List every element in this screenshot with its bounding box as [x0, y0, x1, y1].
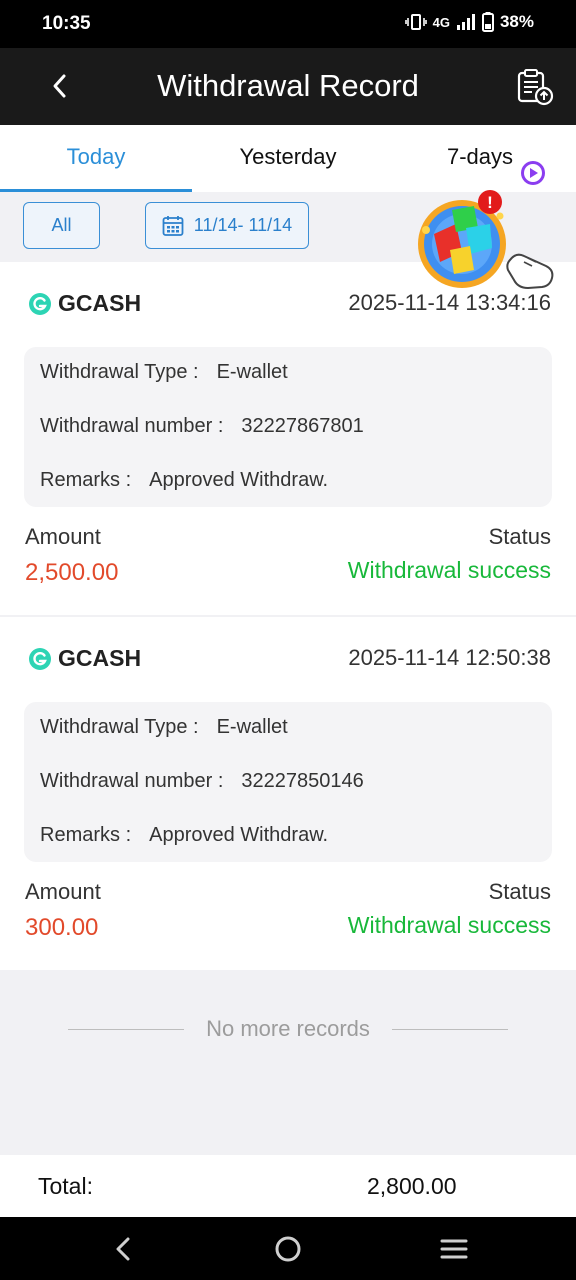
record-details: Withdrawal Type : E-wallet Withdrawal num… [24, 347, 552, 507]
status-time: 10:35 [42, 13, 91, 34]
date-range-button[interactable]: 11/14- 11/14 [145, 202, 309, 249]
gcash-logo-icon [29, 647, 51, 670]
gcash-brand: GCASH [28, 290, 141, 317]
withdrawal-type-label: Withdrawal Type : [40, 361, 199, 383]
withdrawal-type-value: E-wallet [216, 716, 288, 738]
status-label: Status [488, 524, 551, 549]
remarks-row: Remarks : Approved Withdraw. [40, 824, 328, 847]
withdrawal-number-value: 32227850146 [241, 770, 364, 792]
status-icons: 4G 38% [404, 12, 534, 32]
total-label: Total: [38, 1173, 93, 1199]
back-arrow-icon [116, 1237, 130, 1261]
record-details: Withdrawal Type : E-wallet Withdrawal num… [24, 702, 552, 862]
brand-name: GCASH [58, 645, 142, 671]
gift-cubes-icon: ! [418, 190, 554, 290]
status-bar: 10:35 4G 38% [0, 0, 576, 48]
tab-yesterday[interactable]: Yesterday [192, 125, 384, 192]
remarks-value: Approved Withdraw. [149, 469, 329, 491]
date-range-label: 11/14- 11/14 [193, 215, 293, 235]
withdrawal-record-card: GCASH 2025-11-14 12:50:38 Withdrawal Typ… [0, 617, 576, 970]
withdrawal-type-value: E-wallet [216, 361, 288, 383]
home-circle-icon [275, 1236, 301, 1262]
page-title: Withdrawal Record [157, 68, 419, 103]
status-label: Status [488, 879, 551, 904]
withdrawal-number-value: 32227867801 [241, 415, 364, 437]
system-back-button[interactable] [106, 1232, 140, 1266]
clipboard-upload-icon [517, 69, 554, 106]
status-value: Withdrawal success [347, 557, 551, 583]
app-header: Withdrawal Record [0, 48, 576, 125]
withdrawal-record-card: GCASH 2025-11-14 13:34:16 Withdrawal Typ… [0, 262, 576, 615]
brand-name: GCASH [58, 290, 142, 316]
withdrawal-number-row: Withdrawal number : 32227867801 [40, 415, 364, 438]
withdrawal-type-row: Withdrawal Type : E-wallet [40, 716, 288, 739]
record-datetime: 2025-11-14 12:50:38 [348, 645, 551, 670]
calendar-icon [162, 215, 184, 236]
gcash-brand: GCASH [28, 645, 141, 672]
withdrawal-number-label: Withdrawal number : [40, 770, 224, 792]
battery-icon [481, 12, 494, 32]
tab-today[interactable]: Today [0, 125, 192, 192]
remarks-label: Remarks : [40, 824, 132, 846]
amount-label: Amount [25, 879, 101, 904]
all-filter-button[interactable]: All [23, 202, 100, 249]
total-bar: Total: 2,800.00 [0, 1155, 576, 1217]
amount-value: 300.00 [25, 914, 99, 941]
withdrawal-type-row: Withdrawal Type : E-wallet [40, 361, 288, 384]
gcash-logo-icon [29, 292, 51, 315]
withdrawal-type-label: Withdrawal Type : [40, 716, 199, 738]
withdrawal-number-label: Withdrawal number : [40, 415, 224, 437]
svg-text:!: ! [487, 193, 493, 212]
menu-lines-icon [440, 1239, 468, 1259]
floating-game-widget[interactable]: ! [412, 172, 562, 302]
amount-label: Amount [25, 524, 101, 549]
total-value: 2,800.00 [367, 1173, 457, 1199]
network-type: 4G [432, 14, 450, 30]
remarks-label: Remarks : [40, 469, 132, 491]
withdrawal-number-row: Withdrawal number : 32227850146 [40, 770, 364, 793]
remarks-row: Remarks : Approved Withdraw. [40, 469, 328, 492]
remarks-value: Approved Withdraw. [149, 824, 329, 846]
clipboard-upload-button[interactable] [516, 68, 554, 106]
system-nav-bar [0, 1217, 576, 1280]
vibrate-icon [404, 13, 427, 31]
end-of-list: No more records [0, 1010, 576, 1050]
system-recents-button[interactable] [437, 1232, 471, 1266]
status-value: Withdrawal success [347, 912, 551, 938]
battery-percent: 38% [499, 12, 534, 31]
amount-value: 2,500.00 [25, 559, 119, 586]
system-home-button[interactable] [271, 1232, 305, 1266]
signal-icon [456, 13, 476, 31]
divider [392, 1029, 508, 1030]
